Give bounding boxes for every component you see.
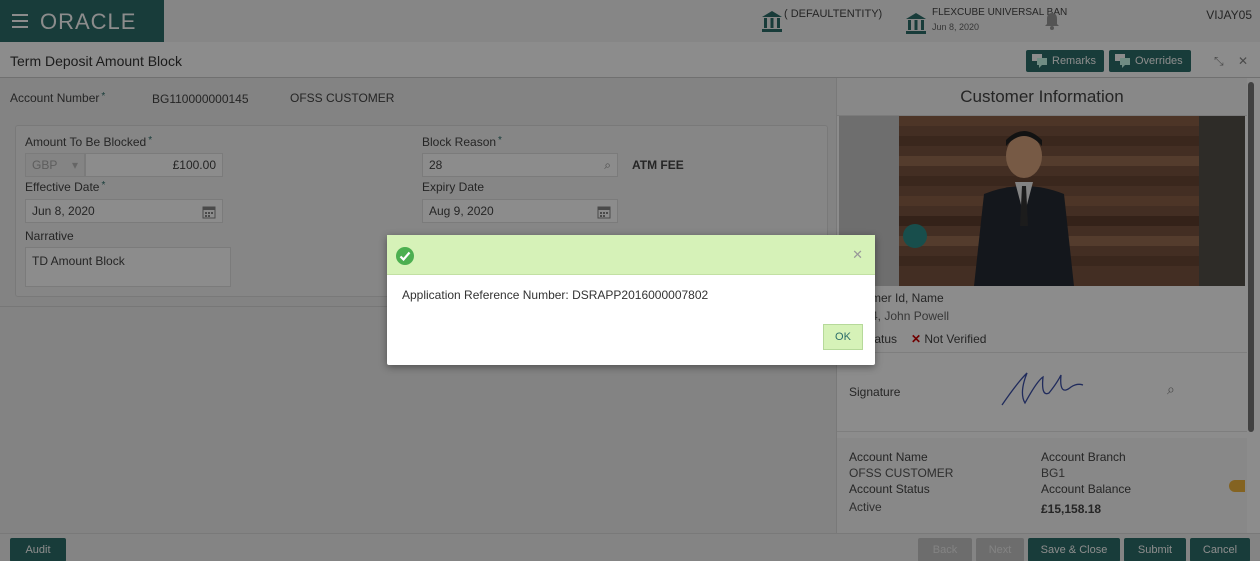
reference-message: Application Reference Number: DSRAPP2016… <box>402 288 709 302</box>
ok-button[interactable]: OK <box>823 324 863 350</box>
dialog-header: ✕ <box>387 235 875 275</box>
success-dialog: ✕ Application Reference Number: DSRAPP20… <box>387 235 875 365</box>
check-circle-icon <box>396 247 414 265</box>
close-icon[interactable]: ✕ <box>852 247 863 263</box>
